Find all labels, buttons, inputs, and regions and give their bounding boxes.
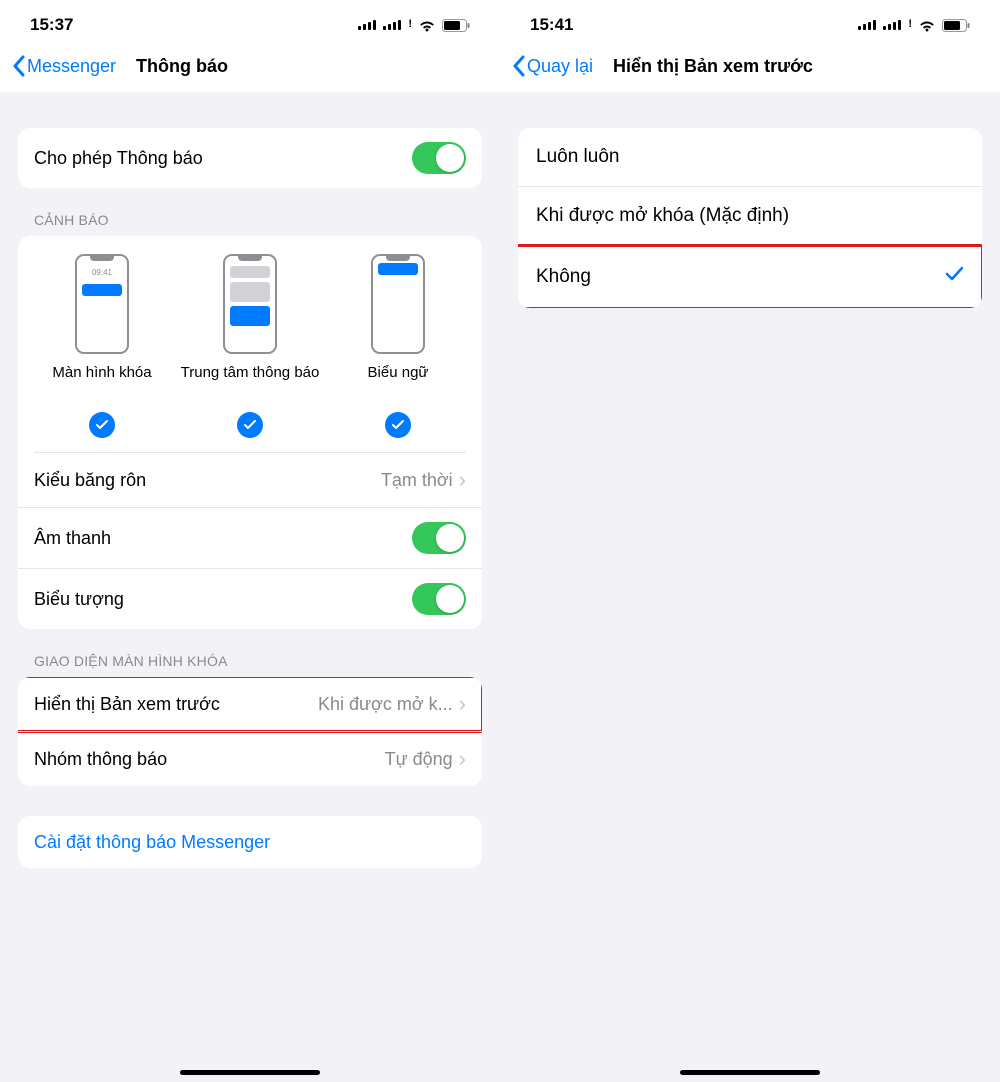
messenger-notification-settings-link[interactable]: Cài đặt thông báo Messenger (18, 816, 482, 868)
option-always-label: Luôn luôn (536, 146, 964, 168)
back-label: Quay lại (527, 56, 593, 77)
notification-grouping-row[interactable]: Nhóm thông báo Tự động › (18, 731, 482, 786)
cellular-icon-2 (883, 20, 901, 30)
cellular-alert-icon: ! (908, 18, 912, 30)
phone-left: 15:37 ! Messenger Thông báo Cho phép Thô… (0, 0, 500, 1082)
alert-lock-check[interactable] (89, 412, 115, 438)
home-indicator[interactable] (180, 1070, 320, 1075)
alert-center-label: Trung tâm thông báo (181, 364, 320, 402)
alert-center-check[interactable] (237, 412, 263, 438)
home-indicator[interactable] (680, 1070, 820, 1075)
option-always[interactable]: Luôn luôn (518, 128, 982, 186)
lockscreen-mock-icon: 09:41 (75, 254, 129, 354)
badge-switch[interactable] (412, 583, 466, 615)
status-bar: 15:41 ! (500, 0, 1000, 40)
center-mock-icon (223, 254, 277, 354)
content: Luôn luôn Khi được mở khóa (Mặc định) Kh… (500, 92, 1000, 1082)
option-unlocked-label: Khi được mở khóa (Mặc định) (536, 205, 964, 227)
chevron-right-icon: › (459, 691, 466, 717)
allow-group: Cho phép Thông báo (18, 128, 482, 188)
sound-row[interactable]: Âm thanh (18, 507, 482, 568)
battery-icon (442, 19, 470, 32)
wifi-icon (418, 19, 436, 32)
banner-mock-icon (371, 254, 425, 354)
chevron-right-icon: › (459, 467, 466, 493)
alerts-group: 09:41 Màn hình khóa Trung tâm (18, 236, 482, 629)
show-previews-value: Khi được mở k... (318, 694, 453, 715)
show-previews-label: Hiển thị Bản xem trước (34, 694, 318, 715)
status-icons: ! (358, 19, 470, 32)
show-previews-row[interactable]: Hiển thị Bản xem trước Khi được mở k... … (18, 677, 482, 731)
nav-bar: Quay lại Hiển thị Bản xem trước (500, 40, 1000, 92)
content: Cho phép Thông báo CẢNH BÁO 09:41 Màn hì… (0, 92, 500, 1082)
grouping-label: Nhóm thông báo (34, 749, 385, 770)
back-button[interactable]: Quay lại (512, 55, 593, 77)
banner-style-label: Kiểu băng rôn (34, 470, 381, 491)
back-button[interactable]: Messenger (12, 55, 116, 77)
sound-label: Âm thanh (34, 528, 412, 549)
cellular-alert-icon: ! (408, 18, 412, 30)
wifi-icon (918, 19, 936, 32)
preview-options-group: Luôn luôn Khi được mở khóa (Mặc định) Kh… (518, 128, 982, 308)
banner-style-value: Tạm thời (381, 470, 453, 491)
cellular-icon-1 (858, 20, 876, 30)
alert-center[interactable]: Trung tâm thông báo (176, 254, 324, 452)
page-title: Thông báo (136, 56, 228, 77)
allow-label: Cho phép Thông báo (34, 148, 412, 169)
footer-group: Cài đặt thông báo Messenger (18, 816, 482, 868)
badge-label: Biểu tượng (34, 589, 412, 610)
status-time: 15:37 (30, 15, 73, 35)
lockscreen-group: Hiển thị Bản xem trước Khi được mở k... … (18, 677, 482, 786)
alert-lockscreen[interactable]: 09:41 Màn hình khóa (28, 254, 176, 452)
cellular-icon-2 (383, 20, 401, 30)
option-never[interactable]: Không (518, 245, 982, 308)
allow-notifications-row[interactable]: Cho phép Thông báo (18, 128, 482, 188)
battery-icon (942, 19, 970, 32)
phone-right: 15:41 ! Quay lại Hiển thị Bản xem trước … (500, 0, 1000, 1082)
nav-bar: Messenger Thông báo (0, 40, 500, 92)
alert-banner-check[interactable] (385, 412, 411, 438)
cellular-icon-1 (358, 20, 376, 30)
banner-style-row[interactable]: Kiểu băng rôn Tạm thời › (18, 453, 482, 507)
status-time: 15:41 (530, 15, 573, 35)
chevron-left-icon (12, 55, 25, 77)
option-when-unlocked[interactable]: Khi được mở khóa (Mặc định) (518, 186, 982, 245)
checkmark-icon (944, 264, 964, 290)
alert-banner[interactable]: Biểu ngữ (324, 254, 472, 452)
alert-banner-label: Biểu ngữ (368, 364, 429, 402)
page-title: Hiển thị Bản xem trước (613, 56, 813, 77)
option-never-label: Không (536, 266, 944, 288)
back-label: Messenger (27, 56, 116, 77)
lockscreen-header: GIAO DIỆN MÀN HÌNH KHÓA (34, 653, 482, 669)
status-icons: ! (858, 19, 970, 32)
alert-types: 09:41 Màn hình khóa Trung tâm (18, 236, 482, 452)
badge-row[interactable]: Biểu tượng (18, 568, 482, 629)
footer-link-label: Cài đặt thông báo Messenger (34, 832, 466, 853)
chevron-left-icon (512, 55, 525, 77)
alert-lock-label: Màn hình khóa (52, 364, 151, 402)
allow-switch[interactable] (412, 142, 466, 174)
chevron-right-icon: › (459, 746, 466, 772)
status-bar: 15:37 ! (0, 0, 500, 40)
sound-switch[interactable] (412, 522, 466, 554)
grouping-value: Tự động (385, 749, 453, 770)
alerts-header: CẢNH BÁO (34, 212, 482, 228)
